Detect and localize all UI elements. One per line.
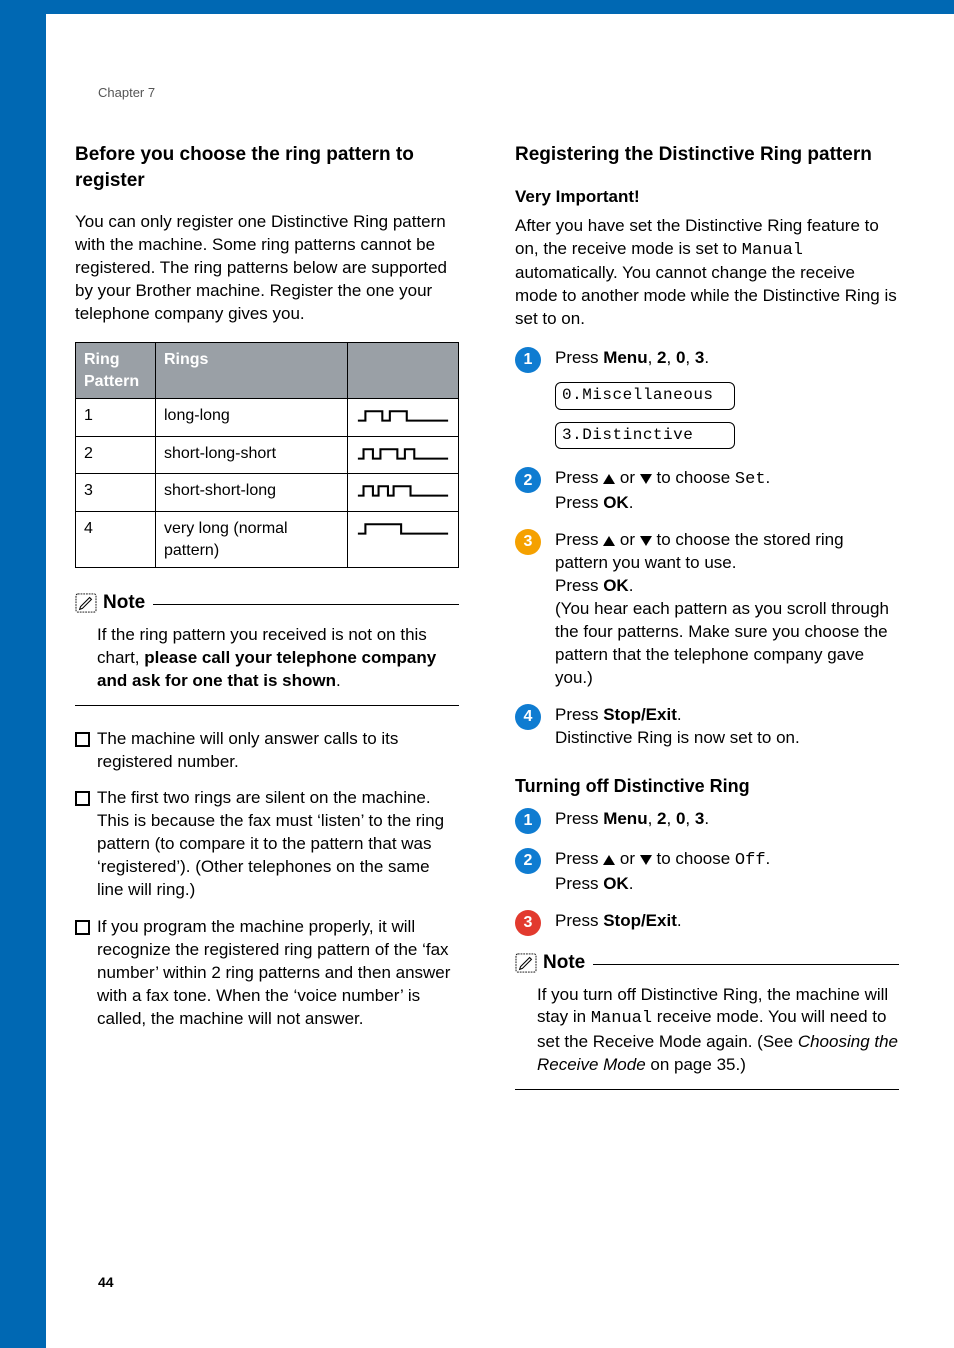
- th-rings: Rings: [156, 342, 348, 398]
- right-heading: Registering the Distinctive Ring pattern: [515, 142, 899, 168]
- side-bar-bottom: [0, 1270, 46, 1300]
- note-text-suffix: .: [336, 671, 341, 690]
- step: 3 Press or to choose the stored ring patt…: [515, 529, 899, 690]
- steps-register: 1 Press Menu, 2, 0, 3.0.Miscellaneous3.Di…: [515, 347, 899, 749]
- cell-rings: very long (normal pattern): [156, 511, 348, 567]
- step: 1 Press Menu, 2, 0, 3.: [515, 808, 899, 834]
- list-item: If you program the machine properly, it …: [75, 916, 459, 1031]
- note-rule: [153, 604, 459, 605]
- list-item: The first two rings are silent on the ma…: [75, 787, 459, 902]
- step-body: Press or to choose the stored ring patte…: [555, 529, 899, 690]
- step: 4 Press Stop/Exit.Distinctive Ring is now…: [515, 704, 899, 750]
- cell-pattern: 2: [76, 436, 156, 474]
- table-row: 4 very long (normal pattern): [76, 511, 459, 567]
- step-number: 3: [515, 910, 541, 936]
- step-number: 1: [515, 347, 541, 373]
- cell-pattern: 4: [76, 511, 156, 567]
- cell-wave: [348, 399, 459, 437]
- note-body: If you turn off Distinctive Ring, the ma…: [515, 980, 899, 1091]
- left-intro: You can only register one Distinctive Ri…: [75, 211, 459, 326]
- step-number: 4: [515, 704, 541, 730]
- note-icon: [75, 593, 97, 613]
- right-intro-post: automatically. You cannot change the rec…: [515, 263, 897, 328]
- cell-pattern: 1: [76, 399, 156, 437]
- note2-mono: Manual: [591, 1009, 652, 1028]
- cell-wave: [348, 511, 459, 567]
- step: 2 Press or to choose Set.Press OK.: [515, 467, 899, 515]
- right-intro: After you have set the Distinctive Ring …: [515, 215, 899, 332]
- chapter-label: Chapter 7: [98, 84, 155, 102]
- step-number: 2: [515, 848, 541, 874]
- ring-table: Ring Pattern Rings 1 long-long: [75, 342, 459, 568]
- table-row: 3 short-short-long: [76, 474, 459, 512]
- turning-off-heading: Turning off Distinctive Ring: [515, 774, 899, 798]
- note2-post: on page 35.): [646, 1055, 746, 1074]
- step-body: Press or to choose Set.Press OK.: [555, 467, 899, 515]
- step: 3 Press Stop/Exit.: [515, 910, 899, 936]
- step: 1 Press Menu, 2, 0, 3.0.Miscellaneous3.Di…: [515, 347, 899, 453]
- step-body: Press Stop/Exit.: [555, 910, 899, 936]
- step: 2 Press or to choose Off.Press OK.: [515, 848, 899, 896]
- step-number: 2: [515, 467, 541, 493]
- right-intro-mono: Manual: [742, 241, 803, 260]
- note-icon: [515, 953, 537, 973]
- lcd-display-stack: 0.Miscellaneous 3.Distinctive: [555, 376, 899, 451]
- th-wave: [348, 342, 459, 398]
- step-body: Press Menu, 2, 0, 3.0.Miscellaneous3.Dis…: [555, 347, 899, 453]
- note-label: Note: [103, 590, 145, 616]
- cell-pattern: 3: [76, 474, 156, 512]
- lcd-line: 3.Distinctive: [555, 422, 735, 450]
- lcd-line: 0.Miscellaneous: [555, 382, 735, 410]
- steps-off: 1 Press Menu, 2, 0, 3. 2 Press or to choose…: [515, 808, 899, 936]
- cell-rings: short-long-short: [156, 436, 348, 474]
- list-item: The machine will only answer calls to it…: [75, 728, 459, 774]
- cell-wave: [348, 474, 459, 512]
- cell-wave: [348, 436, 459, 474]
- page-number: 44: [98, 1273, 114, 1292]
- cell-rings: long-long: [156, 399, 348, 437]
- right-intro-pre: After you have set the Distinctive Ring …: [515, 216, 879, 258]
- note-text-bold: please call your telephone company and a…: [97, 648, 436, 690]
- very-important: Very Important!: [515, 186, 899, 209]
- step-body: Press Menu, 2, 0, 3.: [555, 808, 899, 834]
- note-rule: [593, 964, 899, 965]
- step-number: 3: [515, 529, 541, 555]
- table-row: 2 short-long-short: [76, 436, 459, 474]
- note-block: Note If the ring pattern you received is…: [75, 590, 459, 705]
- th-ring-pattern: Ring Pattern: [76, 342, 156, 398]
- step-body: Press or to choose Off.Press OK.: [555, 848, 899, 896]
- note-label: Note: [543, 950, 585, 976]
- step-number: 1: [515, 808, 541, 834]
- step-body: Press Stop/Exit.Distinctive Ring is now …: [555, 704, 899, 750]
- left-column: Before you choose the ring pattern to re…: [75, 142, 459, 1112]
- note-body: If the ring pattern you received is not …: [75, 620, 459, 706]
- cell-rings: short-short-long: [156, 474, 348, 512]
- note-block-2: Note If you turn off Distinctive Ring, t…: [515, 950, 899, 1090]
- side-bar: [0, 0, 46, 1348]
- left-bullet-list: The machine will only answer calls to it…: [75, 728, 459, 1031]
- top-bar: [0, 0, 954, 14]
- table-row: 1 long-long: [76, 399, 459, 437]
- right-column: Registering the Distinctive Ring pattern…: [515, 142, 899, 1112]
- left-heading: Before you choose the ring pattern to re…: [75, 142, 459, 193]
